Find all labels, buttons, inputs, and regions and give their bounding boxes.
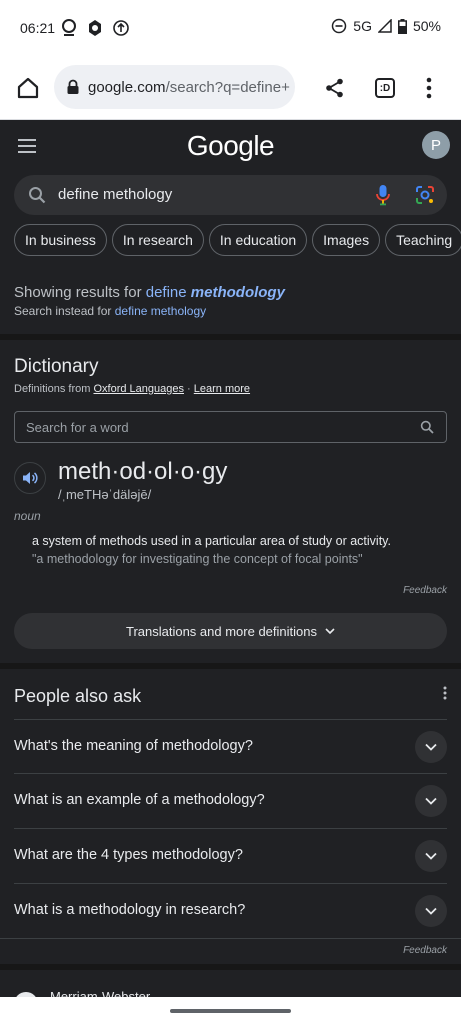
browser-toolbar: google.com/search?q=define+ :D	[0, 56, 461, 120]
expand-chevron-icon[interactable]	[415, 731, 447, 763]
translations-more-button[interactable]: Translations and more definitions	[14, 613, 447, 649]
people-also-ask-title: People also ask	[14, 686, 142, 706]
oxford-languages-link[interactable]: Oxford Languages	[93, 383, 184, 395]
lock-icon[interactable]	[66, 79, 80, 95]
paa-feedback-link[interactable]: Feedback	[403, 945, 447, 956]
search-filter-chips: In business In research In education Images…	[14, 224, 461, 256]
part-of-speech: noun	[14, 509, 41, 523]
chip-in-research[interactable]: In research	[111, 224, 204, 256]
lens-notification-icon	[60, 18, 78, 38]
learn-more-link[interactable]: Learn more	[194, 383, 250, 395]
more-vert-icon	[443, 686, 447, 700]
corrected-query-link[interactable]: define methodology	[146, 284, 285, 301]
speaker-icon	[23, 472, 38, 484]
tab-switcher-button[interactable]: :D	[371, 74, 399, 102]
paa-question[interactable]: What is a methodology in research?	[14, 883, 447, 938]
paa-question[interactable]: What are the 4 types methodology?	[14, 828, 447, 883]
home-button[interactable]	[14, 74, 42, 102]
chip-images[interactable]: Images	[312, 224, 381, 256]
battery-percent: 50%	[412, 18, 441, 34]
search-box[interactable]: define methology	[14, 175, 447, 215]
section-divider	[0, 964, 461, 970]
dnd-icon	[331, 18, 347, 34]
expand-chevron-icon[interactable]	[415, 785, 447, 817]
section-divider	[0, 663, 461, 669]
example-sentence: "a methodology for investigating the con…	[32, 552, 363, 566]
section-divider	[0, 334, 461, 340]
brightness-icon	[86, 18, 104, 38]
dictionary-feedback-link[interactable]: Feedback	[403, 585, 447, 596]
share-button[interactable]	[321, 74, 349, 102]
paa-question[interactable]: What's the meaning of methodology?	[14, 719, 447, 774]
url-domain: google.com	[88, 78, 166, 96]
showing-prefix: Showing results for	[14, 284, 146, 301]
status-system-icons: 5G 50%	[331, 18, 441, 34]
paa-divider	[0, 938, 461, 939]
search-icon	[28, 186, 46, 209]
headword: meth·od·ol·o·gy	[58, 458, 228, 485]
chevron-down-icon	[325, 627, 335, 634]
showing-results-for: Showing results for define methodology	[14, 284, 285, 301]
chip-teaching[interactable]: Teaching	[385, 224, 461, 256]
share-icon	[326, 78, 343, 98]
tab-count: :D	[375, 78, 395, 98]
paa-question-text: What is an example of a methodology?	[14, 792, 265, 808]
battery-icon	[397, 18, 407, 34]
overflow-menu-button[interactable]	[415, 74, 443, 102]
google-header: Google	[0, 121, 461, 173]
pronunciation-button[interactable]	[14, 462, 46, 494]
word-search-placeholder[interactable]: Search for a word	[26, 420, 129, 435]
google-logo[interactable]: Google	[0, 130, 461, 162]
search-input[interactable]: define methology	[58, 186, 172, 203]
data-saver-icon	[112, 18, 130, 38]
word-search-icon[interactable]	[420, 420, 434, 439]
paa-question-text: What's the meaning of methodology?	[14, 738, 253, 754]
translations-more-label: Translations and more definitions	[125, 623, 317, 639]
status-bar: 06:21 5G 50%	[0, 0, 461, 56]
original-query-link[interactable]: define methology	[115, 304, 206, 318]
account-avatar[interactable]: P	[422, 131, 450, 159]
network-type: 5G	[353, 18, 372, 34]
home-icon	[17, 77, 39, 99]
dictionary-source: Definitions from Oxford Languages · Lear…	[14, 383, 250, 395]
source-separator: ·	[184, 383, 194, 395]
address-bar[interactable]: google.com/search?q=define+	[54, 65, 295, 109]
paa-question[interactable]: What is an example of a methodology?	[14, 773, 447, 828]
chip-in-business[interactable]: In business	[14, 224, 107, 256]
source-prefix: Definitions from	[14, 383, 94, 395]
google-lens-icon[interactable]	[415, 185, 435, 210]
more-vert-icon	[426, 77, 432, 99]
paa-question-text: What is a methodology in research?	[14, 902, 246, 918]
corrected-plain: define	[145, 284, 191, 301]
paa-options-button[interactable]	[443, 686, 447, 705]
paa-question-text: What are the 4 types methodology?	[14, 847, 243, 863]
instead-prefix: Search instead for	[14, 304, 115, 318]
word-search-field[interactable]: Search for a word	[14, 411, 447, 443]
gesture-handle[interactable]	[170, 1009, 291, 1013]
status-time: 06:21	[20, 20, 56, 36]
phonetic: /ˌmeTHəˈdäləjē/	[58, 487, 152, 502]
definition: a system of methods used in a particular…	[32, 534, 391, 548]
status-notification-icons	[60, 18, 130, 38]
url-text: google.com/search?q=define+	[88, 79, 290, 96]
voice-search-icon[interactable]	[375, 184, 391, 211]
chip-in-education[interactable]: In education	[208, 224, 308, 256]
dictionary-title: Dictionary	[14, 356, 99, 377]
url-path: /search?q=define+	[165, 78, 290, 96]
expand-chevron-icon[interactable]	[415, 840, 447, 872]
corrected-bold: methodology	[190, 284, 285, 301]
expand-chevron-icon[interactable]	[415, 895, 447, 927]
search-instead: Search instead for define methology	[14, 304, 206, 318]
signal-icon	[377, 19, 392, 33]
